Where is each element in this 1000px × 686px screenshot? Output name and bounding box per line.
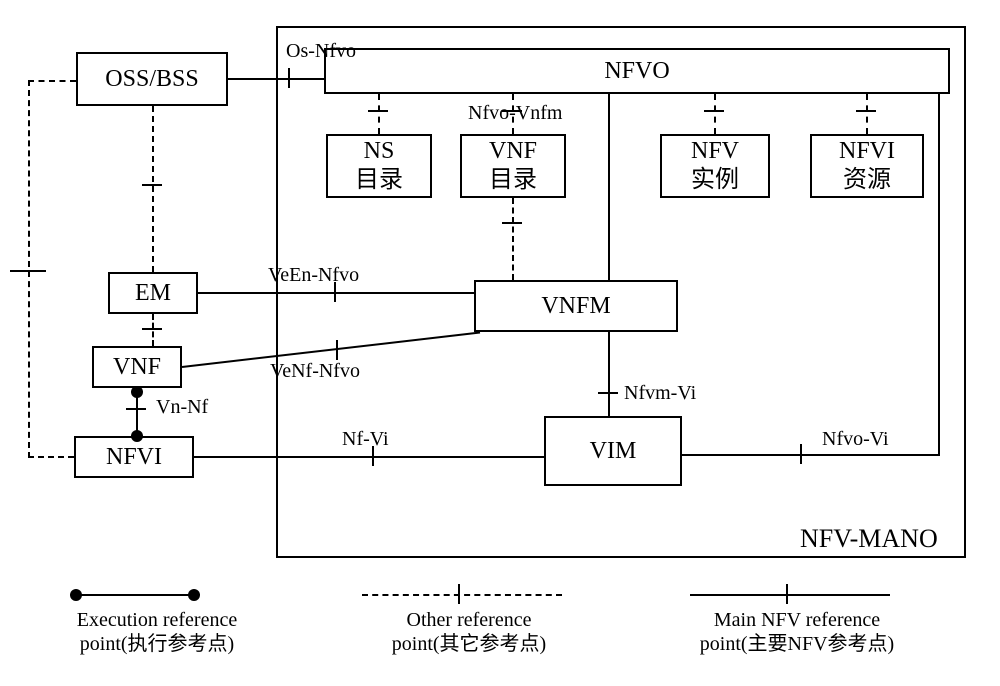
tick-nfvm-vi — [598, 392, 618, 394]
box-oss-bss: OSS/BSS — [76, 52, 228, 106]
label-nfvm-vi: Nfvm-Vi — [624, 382, 696, 405]
legend-exec-dot1 — [70, 589, 82, 601]
legend-other-l1: Other reference — [370, 608, 568, 632]
vnf-text: VNF — [113, 353, 161, 382]
legend-main-l1: Main NFV reference — [682, 608, 912, 632]
label-nf-vi: Nf-Vi — [342, 428, 389, 451]
nfvi-resource-l1: NFVI — [839, 137, 895, 166]
tick-nfvo-vi — [800, 444, 802, 464]
vim-text: VIM — [590, 437, 637, 466]
line-nfvo-right-down — [938, 94, 940, 456]
tick-oss-down — [142, 184, 162, 186]
legend-main-tick — [786, 584, 788, 604]
box-nfvo: NFVO — [324, 48, 950, 94]
line-nfvo-vim-h — [682, 454, 940, 456]
label-nfvo-vi: Nfvo-Vi — [822, 428, 889, 451]
tick-nfvo-nfvires — [856, 110, 876, 112]
legend-main-line — [690, 594, 890, 596]
nfv-instance-l2: 实例 — [691, 166, 739, 195]
box-em: EM — [108, 272, 198, 314]
dash-left-bottom-h — [28, 456, 74, 458]
legend-other-tick — [458, 584, 460, 604]
box-nfvi-resource: NFVI 资源 — [810, 134, 924, 198]
dash-oss-left-h — [28, 80, 76, 82]
nfvo-text: NFVO — [604, 57, 669, 86]
tick-em-vnf — [142, 328, 162, 330]
legend-exec-dot2 — [188, 589, 200, 601]
legend-other-l2: point(其它参考点) — [370, 632, 568, 656]
dot-vnf-nfvi-bot — [131, 430, 143, 442]
tick-vn-nf — [126, 408, 146, 410]
legend-exec: Execution reference point(执行参考点) — [58, 608, 256, 656]
legend-other-line — [362, 594, 562, 596]
tick-nfvo-nfvinst — [704, 110, 724, 112]
vnfm-text: VNFM — [541, 292, 610, 321]
nfvi-text: NFVI — [106, 443, 162, 472]
dash-left-vert — [28, 80, 30, 458]
line-nfvi-vim — [194, 456, 544, 458]
dash-oss-down — [152, 106, 154, 272]
em-text: EM — [135, 279, 171, 308]
box-vnf: VNF — [92, 346, 182, 388]
mano-label: NFV-MANO — [800, 524, 938, 554]
vnf-catalog-l1: VNF — [489, 137, 537, 166]
box-nfvi: NFVI — [74, 436, 194, 478]
legend-main: Main NFV reference point(主要NFV参考点) — [682, 608, 912, 656]
line-vnfm-vim — [608, 332, 610, 416]
label-venf: VeNf-Nfvo — [270, 360, 360, 383]
tick-os-nfvo — [288, 68, 290, 88]
tick-nfvo-ns — [368, 110, 388, 112]
dot-vnf-nfvi-top — [131, 386, 143, 398]
oss-bss-text: OSS/BSS — [105, 65, 198, 94]
nfv-instance-l1: NFV — [691, 137, 739, 166]
box-vim: VIM — [544, 416, 682, 486]
legend-exec-l2: point(执行参考点) — [58, 632, 256, 656]
box-vnf-catalog: VNF 目录 — [460, 134, 566, 198]
dash-nfvo-nfvires — [866, 94, 868, 134]
ns-catalog-l1: NS — [364, 137, 395, 166]
label-vn-nf: Vn-Nf — [156, 396, 208, 419]
box-nfv-instance: NFV 实例 — [660, 134, 770, 198]
nfvi-resource-l2: 资源 — [843, 166, 891, 195]
legend-other: Other reference point(其它参考点) — [370, 608, 568, 656]
line-oss-nfvo — [228, 78, 324, 80]
line-em-vnfm — [198, 292, 474, 294]
dash-nfvo-nfvinst — [714, 94, 716, 134]
label-os-nfvo: Os-Nfvo — [286, 40, 356, 63]
box-vnfm: VNFM — [474, 280, 678, 332]
ns-catalog-l2: 目录 — [355, 166, 403, 195]
legend-main-l2: point(主要NFV参考点) — [682, 632, 912, 656]
tick-venf — [336, 340, 338, 360]
tick-vnfcat-vnfm — [502, 222, 522, 224]
dash-em-vnf — [152, 314, 154, 346]
line-nfvo-vnfm — [608, 94, 610, 280]
label-veen: VeEn-Nfvo — [268, 264, 359, 287]
dash-nfvo-ns — [378, 94, 380, 134]
tick-left-mid — [10, 270, 46, 272]
label-nfvo-vnfm: Nfvo-Vnfm — [468, 102, 562, 125]
legend-exec-l1: Execution reference — [58, 608, 256, 632]
legend-exec-line — [74, 594, 194, 596]
vnf-catalog-l2: 目录 — [489, 166, 537, 195]
box-ns-catalog: NS 目录 — [326, 134, 432, 198]
dash-vnfcat-vnfm — [512, 198, 514, 280]
